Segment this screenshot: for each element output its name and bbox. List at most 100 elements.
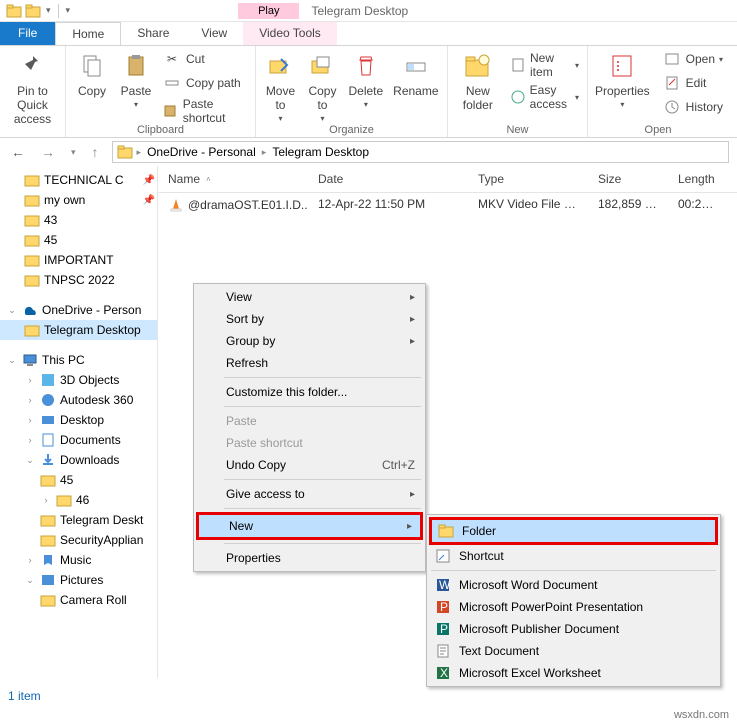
tree-item[interactable]: ›Autodesk 360	[0, 390, 157, 410]
history-button[interactable]: History	[660, 96, 725, 118]
up-button[interactable]: ↑	[89, 144, 102, 160]
ctx-view[interactable]: View▸	[196, 286, 423, 308]
easy-access-button[interactable]: Easy access ▾	[508, 82, 581, 112]
crumb-telegram[interactable]: Telegram Desktop	[270, 145, 371, 159]
new-folder-icon	[462, 50, 494, 82]
expand-icon[interactable]: ⌄	[24, 575, 36, 586]
tab-share[interactable]: Share	[121, 22, 185, 45]
ctx-undo[interactable]: Undo CopyCtrl+Z	[196, 454, 423, 476]
expand-icon[interactable]: ⌄	[24, 455, 36, 466]
tree-item[interactable]: ⌄Pictures	[0, 570, 157, 590]
tree-item[interactable]: 45	[0, 470, 157, 490]
ctx-customize[interactable]: Customize this folder...	[196, 381, 423, 403]
col-date[interactable]: Date	[308, 166, 468, 192]
nav-tree[interactable]: TECHNICAL C📌 my own📌 43 45 IMPORTANT TNP…	[0, 166, 158, 678]
history-icon	[662, 97, 682, 117]
rename-button[interactable]: Rename	[389, 48, 442, 125]
tab-file[interactable]: File	[0, 22, 55, 45]
col-size[interactable]: Size	[588, 166, 668, 192]
paste-button[interactable]: Paste▾	[116, 48, 156, 126]
tree-item[interactable]: TECHNICAL C📌	[0, 170, 157, 190]
tab-video-tools[interactable]: Video Tools	[243, 22, 337, 45]
tree-item[interactable]: ⌄Downloads	[0, 450, 157, 470]
tree-item[interactable]: Telegram Deskt	[0, 510, 157, 530]
ctx-new[interactable]: New▸	[196, 512, 423, 540]
cut-button[interactable]: ✂Cut	[160, 48, 249, 70]
tab-view[interactable]: View	[185, 22, 243, 45]
ctx-properties[interactable]: Properties	[196, 547, 423, 569]
ctx-give-access[interactable]: Give access to▸	[196, 483, 423, 505]
copyto-icon	[306, 50, 338, 82]
file-row[interactable]: @dramaOST.E01.I.D... 12-Apr-22 11:50 PM …	[158, 193, 737, 217]
tree-item[interactable]: my own📌	[0, 190, 157, 210]
tree-item[interactable]: ›46	[0, 490, 157, 510]
tree-item[interactable]: SecurityApplian	[0, 530, 157, 550]
pin-to-quick-access-button[interactable]: Pin to Quick access	[6, 48, 59, 128]
col-name[interactable]: Name˄	[158, 166, 308, 192]
ribbon-tabs: File Home Share View Video Tools	[0, 22, 737, 46]
ctx-new-excel[interactable]: XMicrosoft Excel Worksheet	[429, 662, 718, 684]
expand-icon[interactable]: ⌄	[6, 305, 18, 316]
ctx-new-shortcut[interactable]: Shortcut	[429, 545, 718, 567]
chevron-right-icon[interactable]: ▸	[262, 147, 267, 158]
expand-icon[interactable]: ⌄	[6, 355, 18, 366]
title-bar: ▾ ▾ Play Telegram Desktop	[0, 0, 737, 22]
rename-icon	[400, 50, 432, 82]
chevron-right-icon[interactable]: ▸	[137, 147, 142, 158]
tree-item-telegram[interactable]: Telegram Desktop	[0, 320, 157, 340]
folder-icon[interactable]	[25, 3, 41, 19]
tree-item[interactable]: ›Desktop	[0, 410, 157, 430]
ctx-new-word[interactable]: WMicrosoft Word Document	[429, 574, 718, 596]
ctx-new-text[interactable]: Text Document	[429, 640, 718, 662]
ctx-new-publisher[interactable]: PMicrosoft Publisher Document	[429, 618, 718, 640]
copy-path-button[interactable]: Copy path	[160, 72, 249, 94]
qat-overflow[interactable]: ▾	[64, 5, 73, 16]
recent-dropdown[interactable]: ▾	[68, 147, 79, 158]
contextual-tab-play[interactable]: Play	[238, 3, 299, 19]
group-new: New folder New item ▾ Easy access ▾ New	[448, 46, 588, 137]
paste-icon	[120, 50, 152, 82]
tree-item[interactable]: ›Documents	[0, 430, 157, 450]
address-bar: ← → ▾ ↑ ▸ OneDrive - Personal ▸ Telegram…	[0, 138, 737, 166]
tree-item[interactable]: ›3D Objects	[0, 370, 157, 390]
group-clipboard: Copy Paste▾ ✂Cut Copy path Paste shortcu…	[66, 46, 256, 137]
chevron-right-icon: ▸	[410, 292, 415, 303]
copy-to-button[interactable]: Copy to▾	[302, 48, 342, 125]
moveto-icon	[264, 50, 296, 82]
delete-button[interactable]: Delete▾	[344, 48, 387, 125]
paste-shortcut-button[interactable]: Paste shortcut	[160, 96, 249, 126]
open-button[interactable]: Open ▾	[660, 48, 725, 70]
tree-item[interactable]: TNPSC 2022	[0, 270, 157, 290]
tree-item[interactable]: 43	[0, 210, 157, 230]
ctx-refresh[interactable]: Refresh	[196, 352, 423, 374]
tab-home[interactable]: Home	[55, 22, 121, 45]
breadcrumb[interactable]: ▸ OneDrive - Personal ▸ Telegram Desktop	[112, 141, 729, 163]
col-length[interactable]: Length	[668, 166, 728, 192]
move-to-button[interactable]: Move to▾	[260, 48, 300, 125]
new-folder-button[interactable]: New folder	[454, 48, 502, 114]
edit-button[interactable]: Edit	[660, 72, 725, 94]
ctx-groupby[interactable]: Group by▸	[196, 330, 423, 352]
tree-item[interactable]: Camera Roll	[0, 590, 157, 610]
chevron-down-icon[interactable]: ▾	[44, 5, 53, 16]
ctx-new-ppt[interactable]: PMicrosoft PowerPoint Presentation	[429, 596, 718, 618]
copy-button[interactable]: Copy	[72, 48, 112, 126]
tree-item-thispc[interactable]: ⌄This PC	[0, 350, 157, 370]
tree-item-onedrive[interactable]: ⌄OneDrive - Person	[0, 300, 157, 320]
divider	[58, 4, 59, 18]
forward-button[interactable]: →	[38, 144, 58, 160]
back-button[interactable]: ←	[8, 144, 28, 160]
vlc-icon	[168, 197, 184, 213]
ctx-sortby[interactable]: Sort by▸	[196, 308, 423, 330]
tree-item[interactable]: IMPORTANT	[0, 250, 157, 270]
col-type[interactable]: Type	[468, 166, 588, 192]
group-label: New	[448, 124, 587, 136]
tree-item[interactable]: ›Music	[0, 550, 157, 570]
open-icon	[662, 49, 682, 69]
divider	[224, 543, 421, 544]
properties-button[interactable]: Properties▾	[591, 48, 654, 118]
crumb-onedrive[interactable]: OneDrive - Personal	[145, 145, 258, 159]
tree-item[interactable]: 45	[0, 230, 157, 250]
new-item-button[interactable]: New item ▾	[508, 50, 581, 80]
ctx-new-folder[interactable]: Folder	[429, 517, 718, 545]
